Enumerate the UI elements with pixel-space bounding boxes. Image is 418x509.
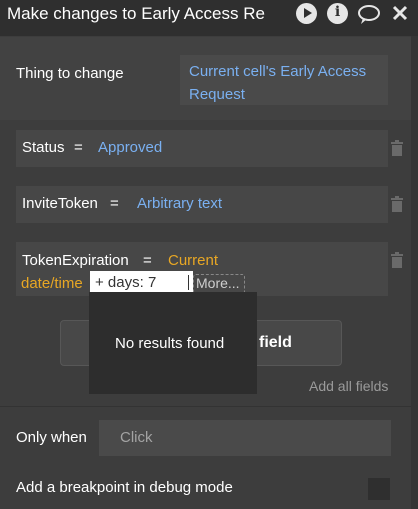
delete-field-status-icon[interactable] — [390, 140, 404, 156]
field-value-invitetoken[interactable]: Arbitrary text — [137, 195, 222, 212]
play-icon[interactable] — [296, 3, 317, 24]
close-icon[interactable] — [391, 4, 409, 22]
equals-sign: = — [143, 252, 152, 269]
divider — [0, 406, 411, 407]
only-when-input[interactable]: Click — [99, 420, 391, 456]
add-field-label: field — [259, 334, 292, 351]
field-name-invitetoken: InviteToken — [22, 195, 98, 212]
operator-input[interactable]: + days: 7 — [90, 271, 193, 294]
text-cursor — [188, 275, 189, 290]
add-all-fields-link[interactable]: Add all fields — [309, 378, 388, 394]
only-when-label: Only when — [16, 429, 87, 446]
autocomplete-dropdown: No results found — [89, 292, 257, 394]
more-label: More... — [196, 275, 240, 291]
field-value-current[interactable]: Current — [168, 252, 218, 269]
thing-value-line2: Request — [189, 86, 245, 103]
breakpoint-checkbox[interactable] — [368, 478, 390, 500]
thing-to-change-field[interactable]: Current cell's Early Access Request — [180, 55, 388, 105]
field-row-invitetoken[interactable]: InviteToken = Arbitrary text — [16, 186, 388, 223]
thing-to-change-row: Thing to change Current cell's Early Acc… — [0, 37, 411, 120]
equals-sign: = — [74, 139, 83, 156]
delete-field-invitetoken-icon[interactable] — [390, 196, 404, 212]
no-results-text: No results found — [115, 335, 225, 352]
operator-text: + days: 7 — [95, 274, 157, 291]
equals-sign: = — [110, 195, 119, 212]
field-value-datetime[interactable]: date/time — [21, 275, 83, 292]
more-button[interactable]: More... — [193, 274, 245, 294]
field-name-status: Status — [22, 139, 65, 156]
editor-title-bar: Make changes to Early Access Re i — [0, 0, 418, 36]
comment-icon[interactable] — [357, 4, 381, 25]
scrollbar[interactable] — [411, 36, 418, 509]
thing-value-line1: Current cell's Early Access — [189, 63, 367, 80]
breakpoint-label: Add a breakpoint in debug mode — [16, 479, 233, 496]
only-when-placeholder: Click — [120, 429, 153, 446]
field-row-status[interactable]: Status = Approved — [16, 130, 388, 167]
delete-field-tokenexpiration-icon[interactable] — [390, 252, 404, 268]
thing-to-change-label: Thing to change — [16, 65, 124, 82]
field-value-status[interactable]: Approved — [98, 139, 162, 156]
field-name-tokenexpiration: TokenExpiration — [22, 252, 129, 269]
action-title: Make changes to Early Access Re — [7, 4, 265, 23]
info-icon[interactable]: i — [327, 3, 348, 24]
